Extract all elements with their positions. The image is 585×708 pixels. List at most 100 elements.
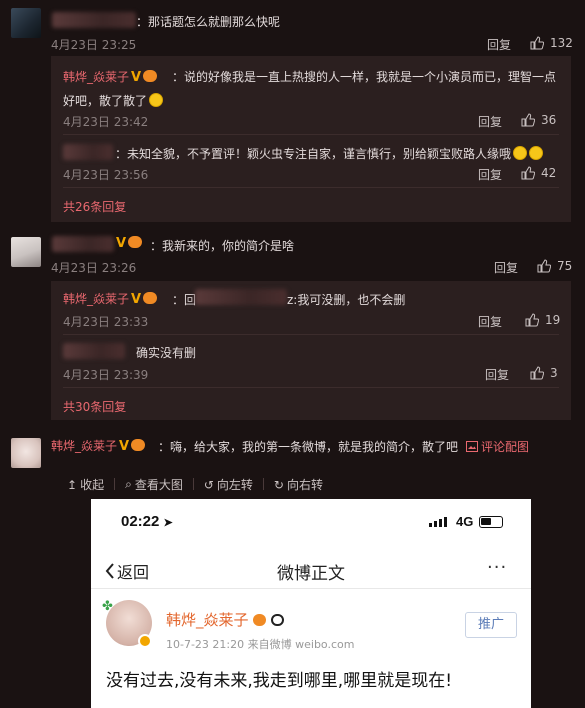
smile-emoji-icon (529, 146, 544, 160)
divider (63, 334, 559, 335)
thumbs-up-icon (521, 166, 535, 180)
reply-time: 4月23日 23:56 (63, 168, 149, 182)
crown-badge-icon (131, 439, 146, 451)
phone-clock-text: 02:22 (121, 513, 160, 530)
phone-username: 韩烨_焱莱子 (166, 609, 285, 630)
blurred-username[interactable] (63, 144, 113, 160)
reply-button[interactable]: 回复 (494, 259, 518, 276)
like-button[interactable]: 132 (530, 36, 573, 50)
like-button[interactable]: 19 (525, 313, 560, 327)
magnifier-icon: ⌕ (125, 477, 132, 491)
divider (63, 187, 559, 188)
like-count: 36 (541, 113, 557, 127)
crown-badge-icon (253, 614, 267, 626)
verified-badge-icon: V (116, 236, 127, 251)
view-large-button[interactable]: ⌕ 查看大图 (125, 476, 183, 493)
blurred-mention[interactable] (195, 289, 287, 305)
like-button[interactable]: 42 (521, 166, 556, 180)
reply-button[interactable]: 回复 (487, 36, 511, 53)
blurred-username[interactable] (52, 12, 136, 28)
reply-button[interactable]: 回复 (478, 166, 502, 183)
divider (63, 134, 559, 135)
blurred-username[interactable] (63, 343, 125, 359)
comment-time: 4月23日 23:26 (51, 261, 137, 275)
thumbs-up-icon (521, 113, 535, 127)
comment-image-label[interactable]: 评论配图 (481, 438, 529, 455)
view-large-label: 查看大图 (134, 478, 183, 492)
comment-image[interactable]: 02:22 ➤ 4G 返回 微博正文 ··· ✤ 韩烨_焱莱子 10-7-23 … (91, 499, 531, 708)
blurred-username[interactable] (52, 236, 114, 252)
like-count: 132 (550, 36, 573, 50)
reply-button[interactable]: 回复 (478, 113, 502, 130)
divider (192, 478, 194, 490)
panda-icon (271, 614, 285, 626)
comment-image-link[interactable]: 评论配图 (466, 438, 529, 455)
battery-icon (479, 516, 503, 528)
rotate-left-button[interactable]: ↺ 向左转 (204, 476, 253, 493)
phone-page-title: 微博正文 (277, 564, 345, 584)
reply-text: ：未知全貌，不予置评！颖火虫专注自家，谨言慎行，别给颖宝败路人缘哦 (115, 145, 544, 162)
clover-icon: ✤ (102, 599, 113, 614)
smile-emoji-icon (149, 93, 164, 107)
avatar[interactable] (11, 237, 41, 267)
like-button[interactable]: 36 (521, 113, 556, 127)
reply-button[interactable]: 回复 (485, 366, 509, 383)
thumbs-up-icon (525, 313, 539, 327)
badges: V (114, 236, 143, 251)
reply-author[interactable]: 韩烨_焱莱子 V (63, 68, 158, 85)
rotate-right-label: 向右转 (286, 478, 323, 492)
collapse-button[interactable]: ↥ 收起 (67, 476, 104, 493)
reply-author-name[interactable]: 韩烨_焱莱子 (63, 292, 129, 306)
phone-post-meta: 10-7-23 21:20 来自微博 weibo.com (166, 638, 355, 651)
reply-prefix: ：回 (172, 293, 197, 307)
verified-badge-icon: V (131, 70, 142, 85)
phone-username-text: 韩烨_焱莱子 (166, 611, 249, 629)
like-button[interactable]: 3 (530, 366, 558, 380)
like-count: 75 (557, 259, 573, 273)
phone-nav-bar: 返回 微博正文 ··· (91, 549, 531, 589)
reply-text: 确实没有删 (136, 346, 197, 360)
crown-badge-icon (128, 236, 143, 248)
comment-time: 4月23日 23:25 (51, 38, 137, 52)
view-more-replies-link[interactable]: 共26条回复 (63, 198, 126, 215)
reply-time: 4月23日 23:42 (63, 115, 149, 129)
reply-text-body: ：未知全貌，不予置评！颖火虫专注自家，谨言慎行，别给颖宝败路人缘哦 (115, 147, 512, 161)
like-count: 3 (550, 366, 558, 380)
reply-time: 4月23日 23:39 (63, 368, 149, 382)
divider (114, 478, 116, 490)
reply-text-line2: 好吧，散了散了 (63, 92, 164, 109)
divider (63, 387, 559, 388)
verified-badge-icon: V (119, 439, 130, 454)
more-icon: ··· (487, 557, 508, 578)
verified-badge-icon: V (131, 292, 142, 307)
thumbs-up-icon (530, 366, 544, 380)
comment-author-name[interactable]: 韩烨_焱莱子 (51, 439, 117, 453)
phone-post-content: 没有过去,没有未来,我走到哪里,哪里就是现在! (106, 671, 453, 691)
rotate-right-button[interactable]: ↻ 向右转 (274, 476, 323, 493)
comment-text: ：嗨，给大家，我的第一条微博，就是我的简介，散了吧 (158, 440, 459, 454)
comment-text: ：我新来的，你的简介是啥 (150, 239, 295, 253)
verified-badge-icon (138, 634, 152, 648)
collapse-label: 收起 (80, 478, 105, 492)
reply-time: 4月23日 23:33 (63, 315, 149, 329)
view-more-replies-link[interactable]: 共30条回复 (63, 398, 126, 415)
like-count: 19 (545, 313, 561, 327)
reply-button[interactable]: 回复 (478, 313, 502, 330)
reply-author[interactable]: 韩烨_焱莱子 V (63, 290, 158, 307)
thumbs-up-icon (530, 36, 544, 50)
comment-text: ：那话题怎么就删那么快呢 (136, 15, 281, 29)
like-count: 42 (541, 166, 557, 180)
phone-clock: 02:22 ➤ (121, 513, 173, 530)
location-arrow-icon: ➤ (163, 517, 173, 529)
reply-author-name[interactable]: 韩烨_焱莱子 (63, 70, 129, 84)
comment-author[interactable]: 韩烨_焱莱子 V (51, 437, 146, 454)
avatar[interactable] (11, 438, 41, 468)
crown-badge-icon (143, 292, 158, 304)
rotate-right-icon: ↻ (273, 477, 284, 492)
like-button[interactable]: 75 (537, 259, 572, 273)
reply-text: ：说的好像我是一直上热搜的人一样，我就是一个小演员而已，理智一点 (172, 70, 557, 84)
promote-button: 推广 (465, 612, 517, 638)
network-type: 4G (456, 514, 474, 529)
avatar[interactable] (11, 8, 41, 38)
divider (262, 478, 264, 490)
